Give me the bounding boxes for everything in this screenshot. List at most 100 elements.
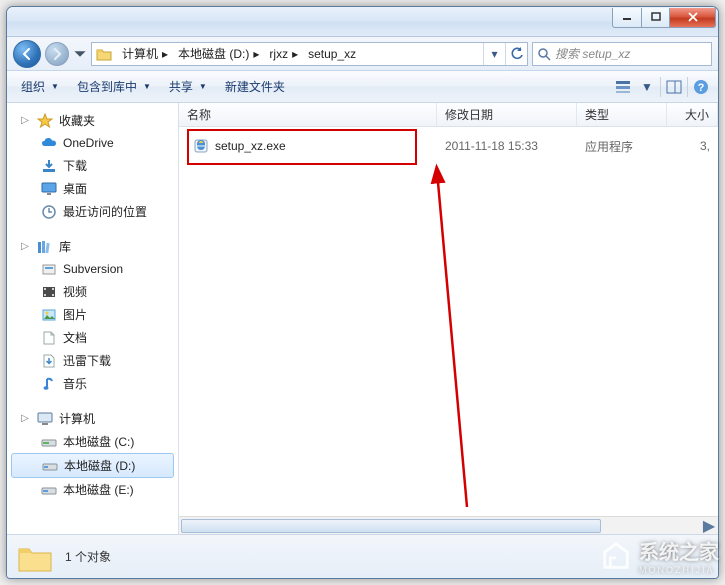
svn-icon: [41, 261, 57, 277]
annotation-arrow: [379, 157, 499, 516]
navigation-pane[interactable]: ▷ 收藏夹 OneDrive 下载 桌面 最近访问的位置 ▷ 库 Subvers…: [7, 103, 179, 534]
view-options-button[interactable]: [612, 76, 634, 98]
sidebar-item-downloads[interactable]: 下载: [7, 154, 178, 177]
column-header-date[interactable]: 修改日期: [437, 103, 577, 126]
cloud-icon: [41, 135, 57, 151]
address-bar[interactable]: 计算机▸ 本地磁盘 (D:) ▸ rjxz ▸ setup_xz ▾: [91, 42, 528, 66]
breadcrumb-segment[interactable]: 计算机▸: [116, 43, 172, 65]
history-dropdown[interactable]: [73, 43, 87, 65]
document-icon: [41, 330, 57, 346]
column-header-size[interactable]: 大小: [667, 103, 718, 126]
separator: [687, 77, 688, 97]
chevron-right-icon: ▸: [292, 47, 298, 61]
toolbar-right: ▼ ?: [612, 76, 712, 98]
maximize-button[interactable]: [642, 8, 670, 28]
breadcrumb-label: rjxz: [269, 47, 288, 61]
file-name-cell: setup_xz.exe: [179, 138, 437, 154]
sidebar-item-label: 本地磁盘 (E:): [63, 481, 134, 498]
collapse-icon[interactable]: ▷: [19, 413, 31, 425]
command-bar: 组织▼ 包含到库中 ▼ 共享▼ 新建文件夹 ▼ ?: [7, 71, 718, 103]
sidebar-item-recent[interactable]: 最近访问的位置: [7, 200, 178, 223]
sidebar-item-videos[interactable]: 视频: [7, 280, 178, 303]
close-button[interactable]: [670, 8, 716, 28]
include-label: 包含到库中: [77, 78, 137, 95]
sidebar-item-label: 桌面: [63, 180, 87, 197]
sidebar-item-documents[interactable]: 文档: [7, 326, 178, 349]
sidebar-item-label: 音乐: [63, 375, 87, 392]
sidebar-item-label: 文档: [63, 329, 87, 346]
picture-icon: [41, 307, 57, 323]
chevron-down-icon: ▼: [143, 82, 151, 91]
sidebar-item-desktop[interactable]: 桌面: [7, 177, 178, 200]
sidebar-item-label: 最近访问的位置: [63, 203, 147, 220]
sidebar-item-music[interactable]: 音乐: [7, 372, 178, 395]
folder-icon: [92, 47, 116, 61]
sidebar-item-drive-c[interactable]: 本地磁盘 (C:): [7, 430, 178, 453]
folder-icon: [17, 541, 53, 573]
file-name: setup_xz.exe: [215, 139, 286, 153]
address-dropdown[interactable]: ▾: [483, 43, 505, 65]
scroll-right-button[interactable]: ▶: [700, 516, 718, 536]
chevron-right-icon: ▸: [253, 47, 259, 61]
sidebar-header-favorites[interactable]: ▷ 收藏夹: [7, 109, 178, 132]
sidebar-item-onedrive[interactable]: OneDrive: [7, 132, 178, 154]
breadcrumb-label: setup_xz: [308, 47, 356, 61]
sidebar-item-xunlei[interactable]: 迅雷下载: [7, 349, 178, 372]
share-button[interactable]: 共享▼: [161, 74, 215, 99]
sidebar-item-label: 下载: [63, 157, 87, 174]
back-button[interactable]: [13, 40, 41, 68]
chevron-right-icon: ▸: [162, 47, 168, 61]
minimize-button[interactable]: [612, 8, 642, 28]
sidebar-item-subversion[interactable]: Subversion: [7, 258, 178, 280]
sidebar-item-label: Subversion: [63, 262, 123, 276]
sidebar-item-label: 本地磁盘 (D:): [64, 457, 135, 474]
breadcrumb-label: 本地磁盘 (D:): [178, 45, 249, 62]
column-header-name[interactable]: 名称: [179, 103, 437, 126]
new-folder-button[interactable]: 新建文件夹: [217, 74, 293, 99]
drive-icon: [41, 482, 57, 498]
file-row[interactable]: setup_xz.exe 2011-11-18 15:33 应用程序 3,: [179, 135, 718, 157]
breadcrumb-segment[interactable]: setup_xz: [302, 43, 360, 65]
chevron-down-icon: ▼: [199, 82, 207, 91]
collapse-icon[interactable]: ▷: [19, 241, 31, 253]
preview-pane-button[interactable]: [663, 76, 685, 98]
explorer-body: ▷ 收藏夹 OneDrive 下载 桌面 最近访问的位置 ▷ 库 Subvers…: [7, 103, 718, 534]
svg-text:?: ?: [698, 82, 705, 94]
sidebar-header-libraries[interactable]: ▷ 库: [7, 235, 178, 258]
breadcrumb-segment[interactable]: rjxz ▸: [263, 43, 302, 65]
drive-icon: [41, 434, 57, 450]
sidebar-label: 计算机: [59, 410, 95, 427]
star-icon: [37, 113, 53, 129]
chevron-down-icon: ▼: [51, 82, 59, 91]
sidebar-group-libraries: ▷ 库 Subversion 视频 图片 文档 迅雷下载 音乐: [7, 235, 178, 395]
column-header-type[interactable]: 类型: [577, 103, 667, 126]
help-button[interactable]: ?: [690, 76, 712, 98]
sidebar-label: 收藏夹: [59, 112, 95, 129]
sidebar-group-favorites: ▷ 收藏夹 OneDrive 下载 桌面 最近访问的位置: [7, 109, 178, 223]
sidebar-item-pictures[interactable]: 图片: [7, 303, 178, 326]
organize-button[interactable]: 组织▼: [13, 74, 67, 99]
include-in-library-button[interactable]: 包含到库中 ▼: [69, 74, 159, 99]
sidebar-item-drive-e[interactable]: 本地磁盘 (E:): [7, 478, 178, 501]
column-label: 大小: [685, 106, 709, 123]
breadcrumb-segment[interactable]: 本地磁盘 (D:) ▸: [172, 43, 263, 65]
scrollbar-thumb[interactable]: [181, 519, 601, 533]
file-size: 3,: [667, 139, 718, 153]
separator: [660, 77, 661, 97]
sidebar-item-label: 图片: [63, 306, 87, 323]
horizontal-scrollbar[interactable]: ▶: [179, 516, 718, 534]
collapse-icon[interactable]: ▷: [19, 115, 31, 127]
sidebar-header-computer[interactable]: ▷ 计算机: [7, 407, 178, 430]
view-options-dropdown[interactable]: ▼: [636, 76, 658, 98]
title-bar: [7, 7, 718, 37]
sidebar-item-drive-d[interactable]: 本地磁盘 (D:): [11, 453, 174, 478]
download-icon: [41, 158, 57, 174]
forward-button[interactable]: [45, 42, 69, 66]
refresh-button[interactable]: [505, 43, 527, 65]
file-date: 2011-11-18 15:33: [437, 139, 577, 153]
search-placeholder: 搜索 setup_xz: [555, 45, 630, 62]
sidebar-item-label: OneDrive: [63, 136, 114, 150]
search-icon: [537, 47, 551, 61]
search-box[interactable]: 搜索 setup_xz: [532, 42, 712, 66]
file-list[interactable]: setup_xz.exe 2011-11-18 15:33 应用程序 3,: [179, 127, 718, 516]
